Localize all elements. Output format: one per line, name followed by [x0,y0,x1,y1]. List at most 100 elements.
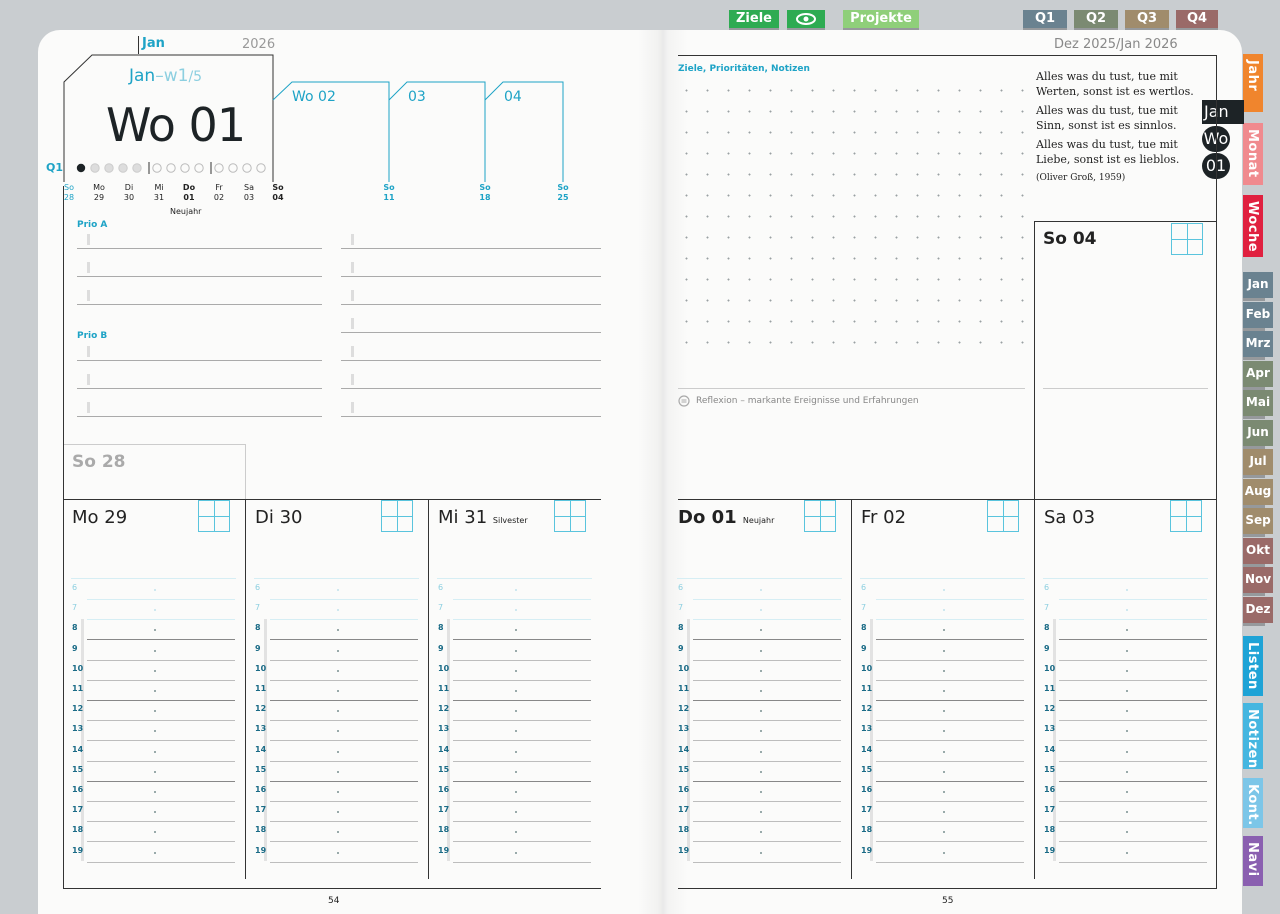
hour-line[interactable] [270,760,418,762]
tab-ziele[interactable]: Ziele [729,10,779,32]
hour-line[interactable] [270,720,418,722]
hour-line[interactable] [270,659,418,661]
month-tab-4[interactable]: Mai [1243,390,1273,419]
hour-line[interactable] [87,639,235,641]
tab-view[interactable] [787,10,825,32]
hour-line[interactable] [1059,861,1207,863]
sunday-25[interactable]: So 25 [551,183,575,203]
day-strip-so-04[interactable]: So 04 [266,183,290,203]
hour-line[interactable] [876,679,1024,681]
month-tab-0[interactable]: Jan [1243,272,1273,301]
hour-line[interactable] [87,679,235,681]
hour-line[interactable] [693,740,841,742]
day-strip-sa-03[interactable]: Sa 03 [237,183,261,203]
hour-line[interactable] [693,821,841,823]
day-checkbox[interactable] [381,500,413,532]
tab-monat[interactable]: Monat [1243,123,1263,185]
hour-line[interactable] [453,760,591,762]
hour-line[interactable] [693,841,841,843]
day-checkbox[interactable] [554,500,586,532]
hour-line[interactable] [1059,821,1207,823]
hour-line[interactable] [453,801,591,802]
hour-line[interactable] [693,801,841,802]
hour-line[interactable] [693,760,841,762]
hour-line[interactable] [87,821,235,823]
hour-line[interactable] [270,801,418,802]
hour-line[interactable] [876,700,1024,701]
hour-line[interactable] [270,780,418,782]
day-checkbox[interactable] [198,500,230,532]
hour-line[interactable] [1059,801,1207,802]
prio-right-line[interactable] [341,332,601,333]
tab-q4[interactable]: Q4 [1176,10,1218,32]
day-strip-mi-31[interactable]: Mi 31 [147,183,171,203]
month-tab-3[interactable]: Apr [1243,360,1273,390]
hour-line[interactable] [1059,841,1207,843]
hour-line[interactable] [270,861,418,863]
day-strip-fr-02[interactable]: Fr 02 [207,183,231,203]
hour-line[interactable] [270,599,418,600]
prio-right-line[interactable] [341,360,601,361]
prio-right-line[interactable] [341,248,601,249]
day-strip-do-01[interactable]: Do 01 [177,183,201,203]
month-tab-8[interactable]: Sep [1243,508,1273,537]
prio-b-line[interactable] [77,416,322,417]
hour-line[interactable] [1059,740,1207,742]
month-tab-5[interactable]: Jun [1243,419,1273,449]
hour-line[interactable] [876,780,1024,782]
week-tab-03[interactable]: 03 [408,89,426,105]
hour-line[interactable] [876,801,1024,802]
prio-a-line[interactable] [77,304,322,305]
hour-line[interactable] [693,720,841,722]
tab-jahr[interactable]: Jahr [1243,54,1263,112]
tab-notizen[interactable]: Notizen [1243,703,1263,769]
month-tab-2[interactable]: Mrz [1243,331,1273,360]
tab-woche[interactable]: Woche [1243,195,1263,257]
prio-a-line[interactable] [77,248,322,249]
hour-line[interactable] [1059,679,1207,681]
hour-line[interactable] [1059,760,1207,762]
hour-line[interactable] [1059,780,1207,782]
hour-line[interactable] [876,821,1024,823]
hour-line[interactable] [270,700,418,701]
month-tab-11[interactable]: Dez [1243,596,1273,626]
hour-line[interactable] [453,861,591,863]
hour-line[interactable] [453,659,591,661]
hour-line[interactable] [453,679,591,681]
day-checkbox[interactable] [1170,500,1202,532]
hour-line[interactable] [270,821,418,823]
hour-line[interactable] [453,599,591,600]
month-tab-10[interactable]: Nov [1243,567,1273,596]
hour-line[interactable] [453,619,591,621]
hour-line[interactable] [1059,639,1207,641]
sunday-04-checkbox[interactable] [1171,223,1203,255]
hour-line[interactable] [453,821,591,823]
month-tab-1[interactable]: Feb [1243,301,1273,331]
tab-q2[interactable]: Q2 [1074,10,1118,32]
hour-line[interactable] [693,861,841,863]
tab-listen[interactable]: Listen [1243,636,1263,696]
day-checkbox[interactable] [987,500,1019,532]
sunday-18[interactable]: So 18 [473,183,497,203]
hour-line[interactable] [693,639,841,641]
hour-line[interactable] [453,740,591,742]
tab-kont[interactable]: Kont. [1243,778,1263,828]
hour-line[interactable] [270,679,418,681]
hour-line[interactable] [87,659,235,661]
month-tab-7[interactable]: Aug [1243,478,1273,508]
hour-line[interactable] [693,659,841,661]
hour-line[interactable] [453,720,591,722]
prio-b-line[interactable] [77,360,322,361]
hour-line[interactable] [87,780,235,782]
day-strip-so-28[interactable]: So 28 [57,183,81,203]
hour-line[interactable] [693,599,841,600]
tab-navi[interactable]: Navi [1243,836,1263,886]
hour-line[interactable] [1059,619,1207,621]
tab-projekte[interactable]: Projekte [843,10,919,32]
hour-line[interactable] [876,659,1024,661]
hour-line[interactable] [693,780,841,782]
hour-line[interactable] [876,599,1024,600]
week-tab-02[interactable]: Wo 02 [292,89,336,105]
hour-line[interactable] [876,619,1024,621]
prio-right-line[interactable] [341,388,601,389]
